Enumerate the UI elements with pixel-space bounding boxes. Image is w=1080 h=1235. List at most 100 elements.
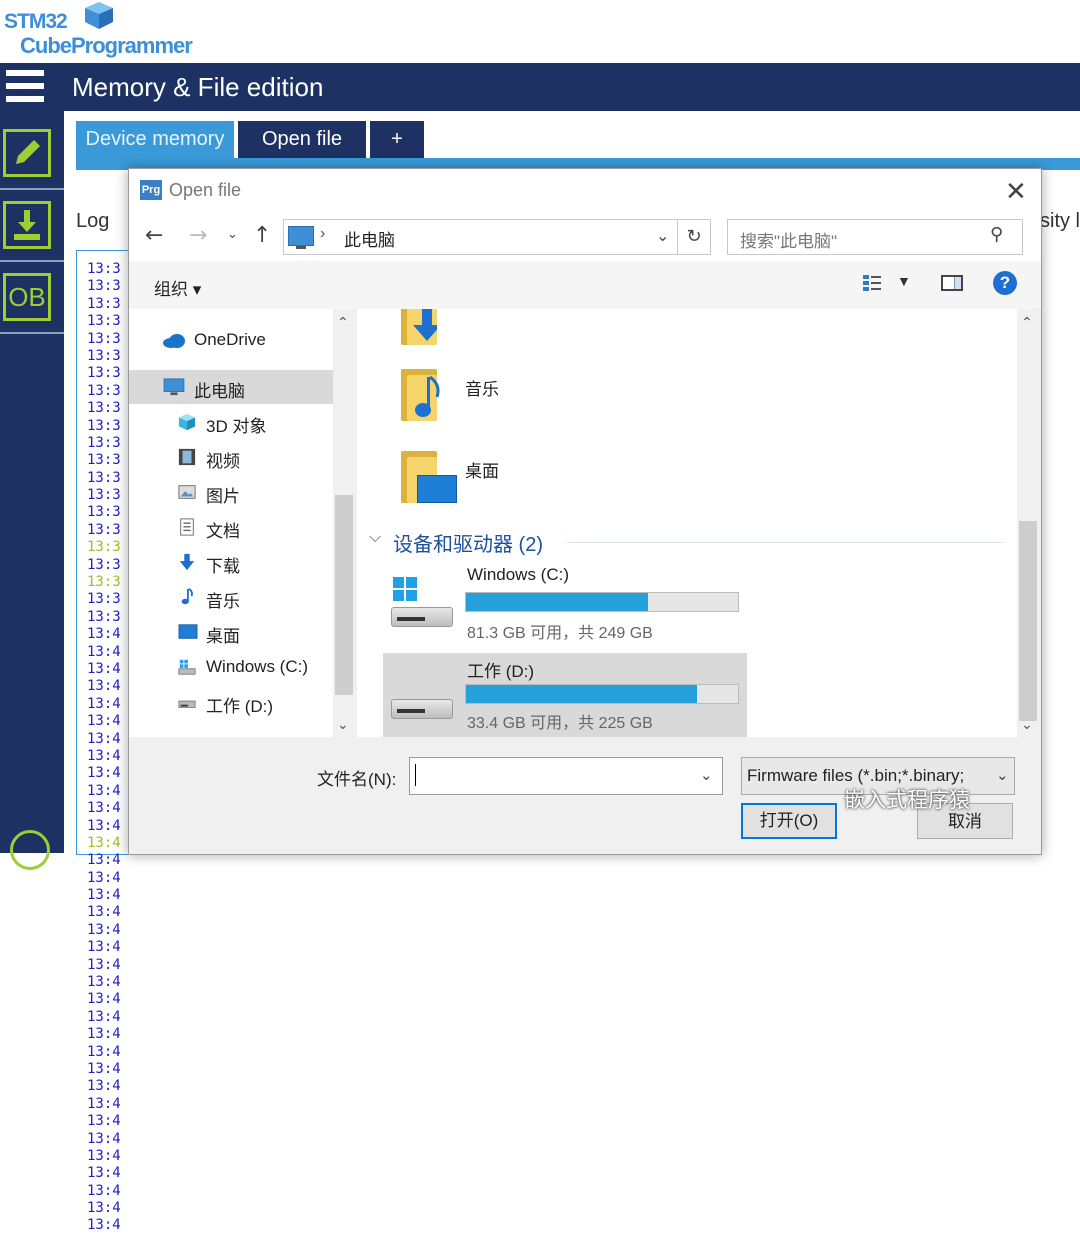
log-line: 13:4 (87, 1095, 121, 1112)
logo-line-2: CubeProgrammer (20, 33, 193, 58)
nav-item-music[interactable]: 音乐 (129, 580, 333, 614)
nav-item-work-d[interactable]: 工作 (D:) (129, 685, 333, 719)
back-arrow-icon[interactable]: ← (145, 223, 163, 248)
page-title: Memory & File edition (72, 72, 324, 102)
search-input[interactable]: 搜索"此电脑" ⚲ (727, 219, 1023, 255)
nav-item-label: 3D 对象 (206, 417, 267, 436)
log-line: 13:3 (87, 295, 121, 312)
close-icon[interactable]: ✕ (1005, 177, 1027, 207)
log-line: 13:4 (87, 956, 121, 973)
drive-usage-fill (466, 593, 649, 611)
main-scroll-down-icon[interactable]: ⌄ (1021, 717, 1033, 733)
nav-item-label: OneDrive (194, 330, 266, 349)
download-button[interactable] (0, 196, 64, 262)
log-lines: 13:3 13:3 13:3 13:3 13:3 13:3 13:3 13:3 13:3 13:3… (87, 261, 129, 1235)
breadcrumb-this-pc[interactable]: 此电脑 (344, 226, 395, 251)
nav-pane-scroll-thumb[interactable] (335, 495, 353, 695)
log-line: 13:3 (87, 313, 121, 330)
filetype-dropdown-icon[interactable]: ⌄ (996, 766, 1009, 784)
tab-open-file[interactable]: Open file (238, 121, 366, 158)
view-dropdown-icon[interactable]: ▼ (897, 273, 911, 289)
open-button[interactable]: 打开(O) (741, 803, 837, 839)
organize-menu[interactable]: 组织 ▾ (154, 275, 201, 300)
folder-label-desktop[interactable]: 桌面 (465, 457, 499, 482)
log-line: 13:4 (87, 1113, 121, 1130)
drive-d-item[interactable]: 工作 (D:) 33.4 GB 可用，共 225 GB (383, 653, 747, 737)
music-folder-icon[interactable] (401, 369, 440, 421)
nav-item-3d-objects[interactable]: 3D 对象 (129, 405, 333, 439)
log-line: 13:4 (87, 817, 121, 834)
log-line: 13:4 (87, 1217, 121, 1234)
breadcrumb-chevron-icon[interactable]: › (320, 225, 325, 243)
download-folder-icon[interactable] (401, 309, 437, 345)
settings-gear-icon[interactable] (10, 830, 50, 870)
log-line: 13:3 (87, 521, 121, 538)
filename-input[interactable]: ⌄ (409, 757, 723, 795)
log-line: 13:4 (87, 852, 121, 869)
filename-dropdown-icon[interactable]: ⌄ (700, 766, 713, 784)
navigation-bar: ← → ⌄ ↑ › 此电脑 ⌄ ↻ 搜索"此电脑" ⚲ (129, 213, 1041, 261)
3d-objects-icon (178, 413, 196, 431)
nav-scroll-down-icon[interactable]: ⌄ (337, 717, 349, 733)
log-line: 13:4 (87, 765, 121, 782)
nav-item-videos[interactable]: 视频 (129, 440, 333, 474)
log-line: 13:4 (87, 904, 121, 921)
drive-free-space: 81.3 GB 可用，共 249 GB (467, 625, 653, 642)
folder-label-music[interactable]: 音乐 (465, 375, 499, 400)
edit-icon (3, 129, 51, 177)
memory-edit-button[interactable] (0, 124, 64, 190)
view-options-icon[interactable] (861, 273, 883, 293)
menu-icon[interactable] (6, 70, 44, 104)
tab-add[interactable]: + (370, 121, 424, 158)
help-icon[interactable]: ? (993, 271, 1017, 295)
log-panel[interactable]: 13:3 13:3 13:3 13:3 13:3 13:3 13:3 13:3 13:3 13:3… (76, 250, 133, 1233)
file-list-scroll-thumb[interactable] (1019, 521, 1037, 721)
log-line: 13:3 (87, 504, 121, 521)
option-bytes-button[interactable]: OB (0, 268, 64, 334)
logo-cube-icon (85, 2, 113, 29)
refresh-icon[interactable]: ↻ (677, 219, 711, 255)
log-line: 13:3 (87, 556, 121, 573)
tab-device-memory[interactable]: Device memory (76, 121, 234, 158)
nav-item-onedrive[interactable]: OneDrive (129, 323, 333, 357)
documents-icon (180, 518, 194, 536)
log-line: 13:3 (87, 591, 121, 608)
log-line: 13:4 (87, 1060, 121, 1077)
preview-pane-icon[interactable] (941, 275, 963, 291)
main-scroll-up-icon[interactable]: ⌃ (1021, 315, 1033, 331)
recent-locations-chevron-icon[interactable]: ⌄ (227, 227, 238, 242)
nav-item-desktop[interactable]: 桌面 (129, 615, 333, 649)
address-dropdown-icon[interactable]: ⌄ (656, 226, 669, 245)
drive-d-icon (178, 700, 196, 708)
filename-label: 文件名(N): (317, 770, 397, 789)
search-placeholder: 搜索"此电脑" (740, 232, 838, 251)
nav-scroll-up-icon[interactable]: ⌃ (337, 315, 349, 331)
file-list-pane: 音乐 桌面 ⌵ 设备和驱动器 (2) Windows (C:) 81.3 GB … (357, 309, 1017, 737)
nav-item-documents[interactable]: 文档 (129, 510, 333, 544)
nav-item-windows-c[interactable]: Windows (C:) (129, 650, 333, 684)
desktop-folder-icon[interactable] (401, 451, 457, 503)
drive-usage-fill (466, 685, 698, 703)
group-header-devices[interactable]: 设备和驱动器 (2) (393, 528, 543, 557)
nav-item-this-pc[interactable]: 此电脑 (129, 370, 333, 404)
log-line: 13:3 (87, 608, 121, 625)
log-line: 13:4 (87, 1182, 121, 1199)
nav-item-downloads[interactable]: 下载 (129, 545, 333, 579)
music-icon (181, 588, 193, 605)
partial-label: sity l (1040, 210, 1080, 232)
log-line: 13:3 (87, 347, 121, 364)
drive-c-item[interactable]: Windows (C:) 81.3 GB 可用，共 249 GB (385, 563, 747, 645)
nav-item-pictures[interactable]: 图片 (129, 475, 333, 509)
up-arrow-icon[interactable]: ↑ (253, 223, 271, 248)
log-line: 13:4 (87, 800, 121, 817)
log-line: 13:4 (87, 626, 121, 643)
desktop-icon (178, 624, 198, 639)
group-collapse-chevron-icon[interactable]: ⌵ (369, 527, 381, 547)
address-bar[interactable]: › 此电脑 ⌄ (283, 219, 709, 255)
download-icon (179, 553, 195, 571)
log-line: 13:4 (87, 730, 121, 747)
forward-arrow-icon[interactable]: → (189, 223, 207, 248)
search-icon[interactable]: ⚲ (990, 224, 1003, 245)
nav-item-label: 下载 (206, 557, 240, 576)
dialog-title: Open file (169, 180, 242, 200)
